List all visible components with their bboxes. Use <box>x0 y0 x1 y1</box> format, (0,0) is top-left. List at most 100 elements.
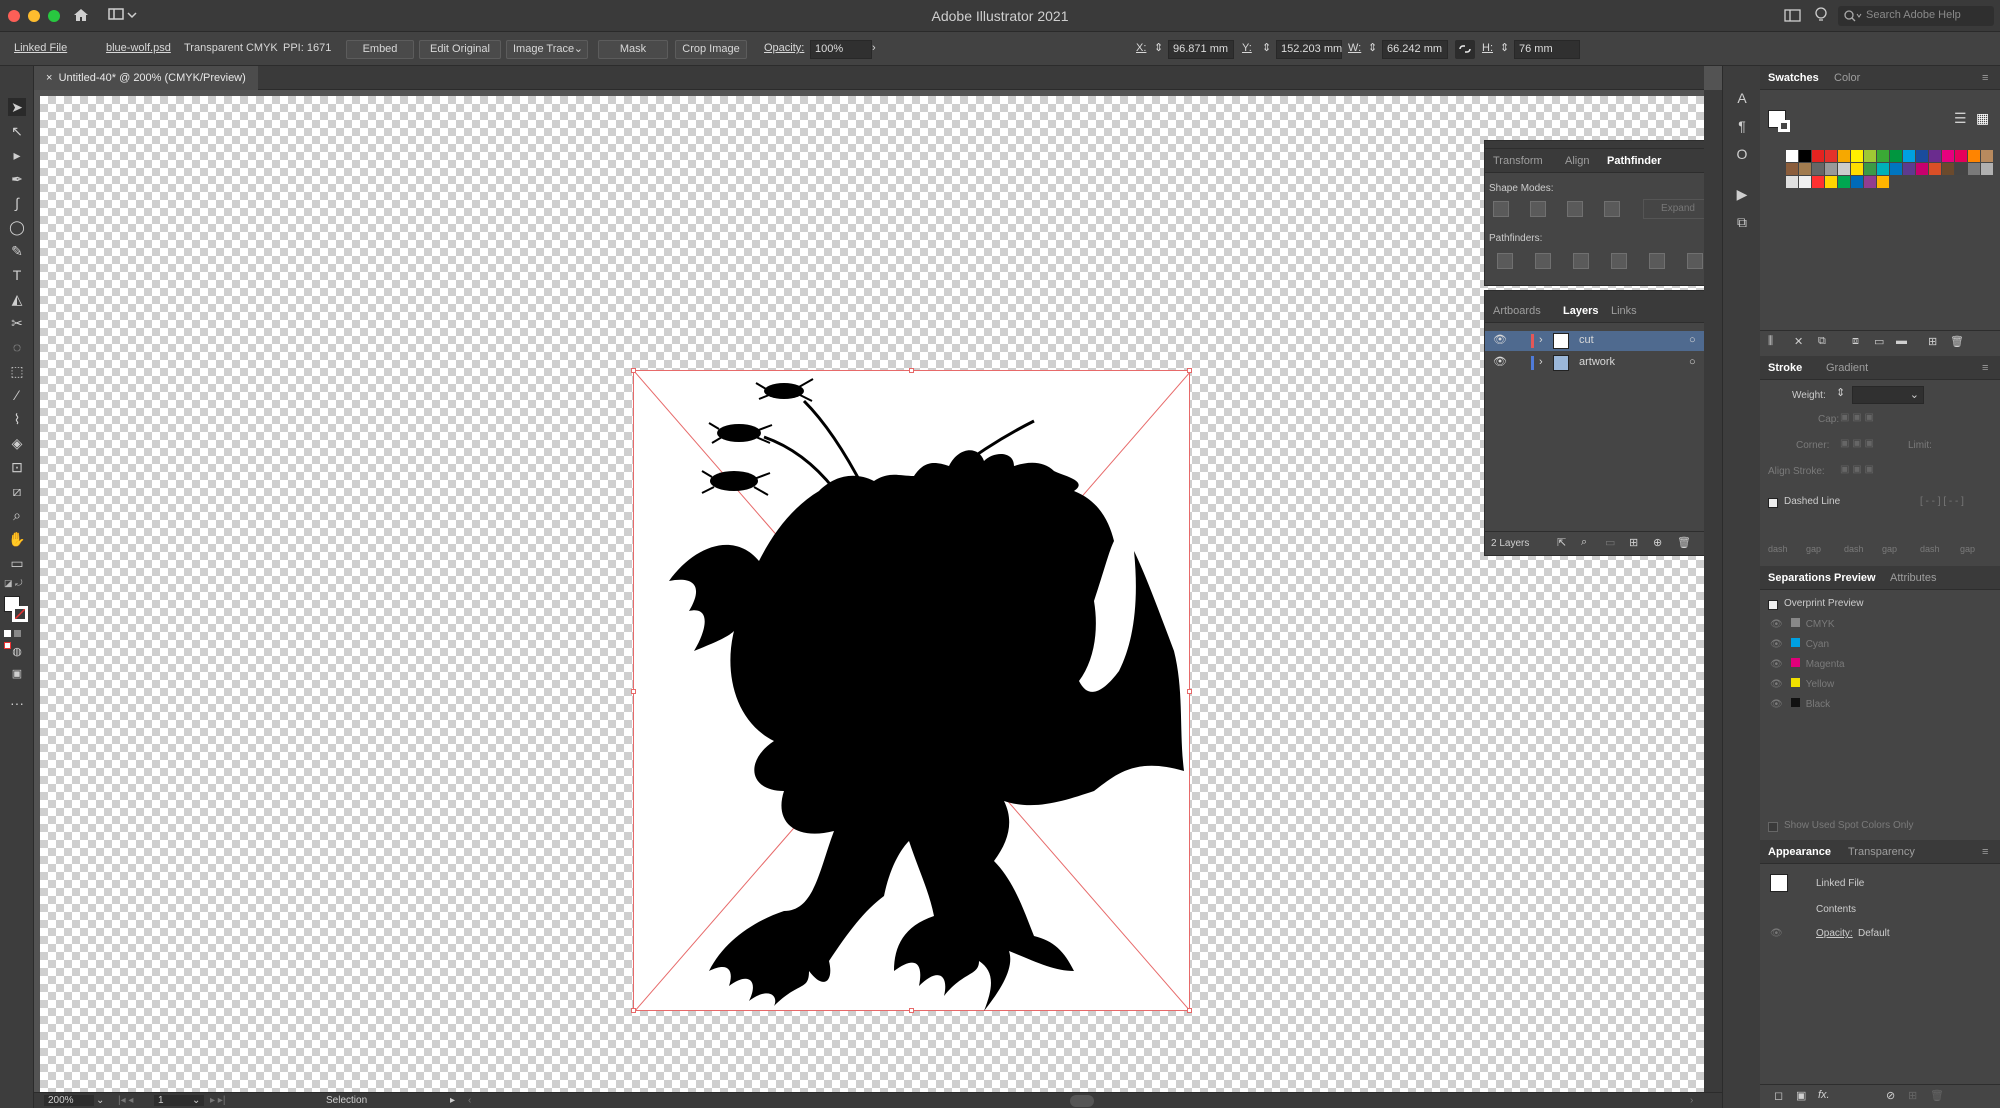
free-transform-icon[interactable]: ⬚ <box>8 362 26 380</box>
screen-mode-icon[interactable]: ▣ <box>8 664 26 682</box>
swatch-options-icon[interactable]: ⧉ <box>1818 335 1826 348</box>
blend-tool-icon[interactable]: ⌇ <box>8 410 26 428</box>
intersect-icon[interactable] <box>1567 201 1583 217</box>
corner-buttons[interactable]: ▣ ▣ ▣ <box>1840 438 1900 452</box>
discover-lightbulb-icon[interactable] <box>1814 6 1828 24</box>
swatch[interactable] <box>1929 150 1941 162</box>
paragraph-panel-icon[interactable]: ¶ <box>1733 118 1751 136</box>
align-stroke-buttons[interactable]: ▣ ▣ ▣ <box>1840 464 1900 478</box>
ink-visibility-eye-icon[interactable]: 👁 <box>1770 659 1783 670</box>
opentype-panel-icon[interactable]: O <box>1733 146 1751 164</box>
h-field[interactable]: 76 mm <box>1514 40 1580 59</box>
swatch-kind-icon[interactable]: ✕ <box>1794 335 1803 348</box>
minus-front-icon[interactable] <box>1530 201 1546 217</box>
swatch[interactable] <box>1812 176 1824 188</box>
y-stepper-icon[interactable]: ⇕ <box>1262 40 1271 59</box>
merge-icon[interactable] <box>1573 253 1589 269</box>
selection-handle[interactable] <box>909 368 914 373</box>
swatch-grid[interactable] <box>1766 146 1994 296</box>
tab-align[interactable]: Align <box>1565 155 1589 167</box>
overprint-preview-checkbox[interactable] <box>1768 600 1778 610</box>
delete-swatch-icon[interactable]: 🗑 <box>1950 335 1964 348</box>
artboard-image[interactable] <box>631 368 1192 1013</box>
appearance-contents[interactable]: Contents <box>1816 904 1856 915</box>
swatch[interactable] <box>1955 163 1967 175</box>
exclude-icon[interactable] <box>1604 201 1620 217</box>
cap-buttons[interactable]: ▣ ▣ ▣ <box>1840 412 1900 426</box>
swatch[interactable] <box>1799 176 1811 188</box>
outline-icon[interactable] <box>1649 253 1665 269</box>
clear-appearance-icon[interactable]: ⊘ <box>1886 1089 1895 1102</box>
ink-visibility-eye-icon[interactable]: 👁 <box>1770 679 1783 690</box>
target-icon[interactable]: ○ <box>1689 334 1696 346</box>
eyedropper-tool-icon[interactable]: ⁄ <box>8 386 26 404</box>
list-view-icon[interactable]: ☰ <box>1954 110 1967 127</box>
stroke-color-swatch[interactable] <box>12 606 28 622</box>
zoom-tool-icon[interactable]: ⌕ <box>8 506 26 524</box>
export-icon[interactable]: ⇱ <box>1557 536 1566 549</box>
mask-button[interactable]: Mask <box>598 40 668 59</box>
swatch[interactable] <box>1825 163 1837 175</box>
tab-stroke[interactable]: Stroke <box>1768 362 1802 374</box>
scroll-right-icon[interactable]: › <box>1690 1095 1693 1106</box>
opacity-visibility-eye-icon[interactable]: 👁 <box>1770 928 1783 939</box>
swatch-libraries-icon[interactable]: ⫼ <box>1768 335 1773 348</box>
dash-alignment-buttons[interactable]: [ - - ] [ - - ] <box>1920 496 1964 507</box>
selection-handle[interactable] <box>909 1008 914 1013</box>
scroll-left-icon[interactable]: ‹ <box>468 1095 471 1106</box>
swatch[interactable] <box>1955 150 1967 162</box>
panel-grip[interactable] <box>1485 141 1719 149</box>
swatch[interactable] <box>1799 163 1811 175</box>
tab-links[interactable]: Links <box>1611 305 1637 317</box>
x-field[interactable]: 96.871 mm <box>1168 40 1234 59</box>
trim-icon[interactable] <box>1535 253 1551 269</box>
appearance-opacity-label[interactable]: Opacity: <box>1816 928 1853 939</box>
swatch[interactable] <box>1786 150 1798 162</box>
selection-handle[interactable] <box>1187 368 1192 373</box>
swatch[interactable] <box>1786 163 1798 175</box>
add-new-stroke-icon[interactable]: ◻ <box>1774 1089 1783 1102</box>
panel-menu-icon[interactable]: ≡ <box>1982 72 1988 84</box>
vertical-scrollbar[interactable] <box>1704 90 1722 1092</box>
expand-layer-icon[interactable]: › <box>1539 356 1543 368</box>
new-swatch-icon[interactable]: ⊞ <box>1928 335 1937 348</box>
embed-button[interactable]: Embed <box>346 40 414 59</box>
edit-toolbar-icon[interactable]: ··· <box>8 694 26 712</box>
chevron-right-icon[interactable]: › <box>872 40 876 59</box>
image-trace-button[interactable]: Image Trace ⌄ <box>506 40 588 59</box>
panel-menu-icon[interactable]: ≡ <box>1982 362 1988 374</box>
visibility-eye-icon[interactable]: 👁 <box>1493 333 1507 346</box>
swatch[interactable] <box>1812 163 1824 175</box>
shape-builder-icon[interactable]: ◈ <box>8 434 26 452</box>
w-stepper-icon[interactable]: ⇕ <box>1368 40 1377 59</box>
horizontal-scroll-thumb[interactable] <box>1070 1095 1094 1107</box>
swatch[interactable] <box>1968 150 1980 162</box>
expand-layer-icon[interactable]: › <box>1539 334 1543 346</box>
swatch[interactable] <box>1903 150 1915 162</box>
unite-icon[interactable] <box>1493 201 1509 217</box>
ink-visibility-eye-icon[interactable]: 👁 <box>1770 619 1783 630</box>
swatch[interactable] <box>1864 150 1876 162</box>
document-tab[interactable]: × Untitled-40* @ 200% (CMYK/Preview) <box>34 66 258 90</box>
w-field[interactable]: 66.242 mm <box>1382 40 1448 59</box>
type-tool-icon[interactable]: T <box>8 266 26 284</box>
opacity-field[interactable]: 100% <box>810 40 872 59</box>
tab-gradient[interactable]: Gradient <box>1826 362 1868 374</box>
dashed-line-checkbox[interactable] <box>1768 498 1778 508</box>
artboard-chevron-icon[interactable]: ⌄ <box>192 1095 200 1106</box>
h-stepper-icon[interactable]: ⇕ <box>1500 40 1509 59</box>
linked-file-link[interactable]: Linked File <box>14 40 67 59</box>
selection-handle[interactable] <box>631 1008 636 1013</box>
tab-pathfinder[interactable]: Pathfinder <box>1607 155 1661 167</box>
selection-handle[interactable] <box>1187 689 1192 694</box>
swatch[interactable] <box>1942 150 1954 162</box>
chevron-down-icon[interactable]: ⌄ <box>574 41 583 58</box>
tab-swatches[interactable]: Swatches <box>1768 72 1819 84</box>
edit-original-button[interactable]: Edit Original <box>419 40 501 59</box>
swatch[interactable] <box>1890 150 1902 162</box>
character-panel-icon[interactable]: A <box>1733 90 1751 108</box>
swatch[interactable] <box>1981 163 1993 175</box>
pen-tool-icon[interactable]: ✒ <box>8 170 26 188</box>
selection-handle[interactable] <box>1187 1008 1192 1013</box>
color-group-icon[interactable]: ⧈ <box>1852 335 1859 348</box>
